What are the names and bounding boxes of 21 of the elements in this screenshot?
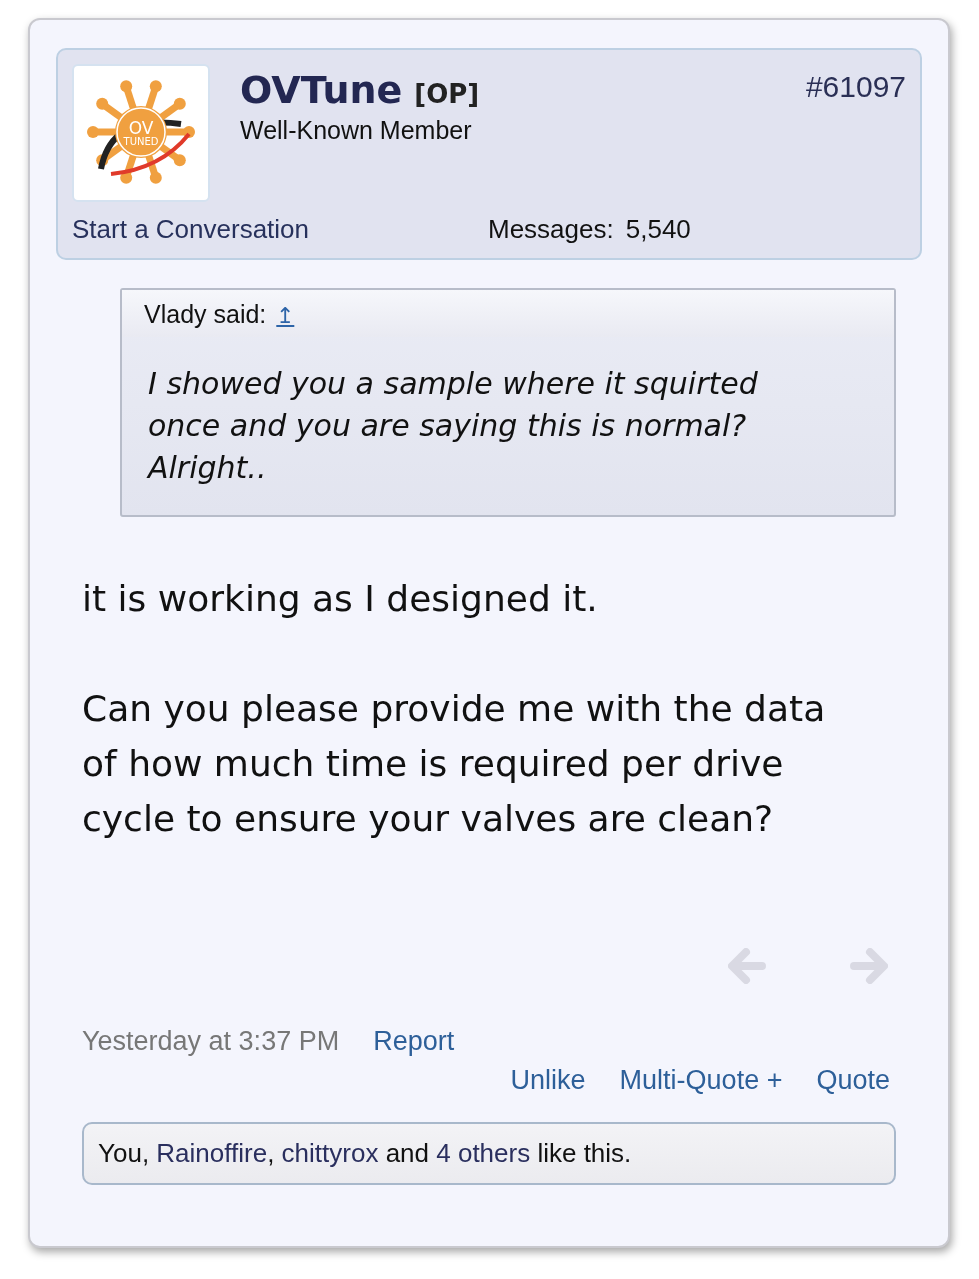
op-label: [OP] [414,79,480,109]
report-link[interactable]: Report [373,1026,455,1057]
member-title: Well-Known Member [240,116,473,145]
messages-label: Messages: [488,214,614,245]
user-link[interactable]: Rainoffire [156,1138,268,1168]
post-paragraph: Can you please provide me with the data of how much time is required per drive cycle to ensure your valves are clean? [82,687,827,841]
messages-count: 5,540 [625,214,691,245]
action-link[interactable]: Quote [816,1065,890,1096]
username-link[interactable]: OVTune [240,68,403,112]
post-paragraph: it is working as I designed it. [82,577,599,621]
action-link[interactable]: Multi-Quote + [619,1065,783,1096]
jump-to-quote-link[interactable]: ↥ [276,303,295,329]
quote-author: Vlady said: [144,300,267,329]
user-link[interactable]: 4 others [436,1138,531,1168]
start-conversation-link[interactable]: Start a Conversation [72,214,488,245]
quote-text: I showed you a sample where it squirted once and you are saying this is normal? Alright.. [145,365,759,487]
likes-summary: You, Rainoffire, chittyrox and 4 others like this. [82,1122,896,1185]
post-timestamp[interactable]: Yesterday at 3:37 PM [82,1026,340,1057]
user-link[interactable]: chittyrox [281,1138,379,1168]
post-number-link[interactable]: #61097 [805,64,906,202]
action-link[interactable]: Unlike [510,1065,586,1096]
